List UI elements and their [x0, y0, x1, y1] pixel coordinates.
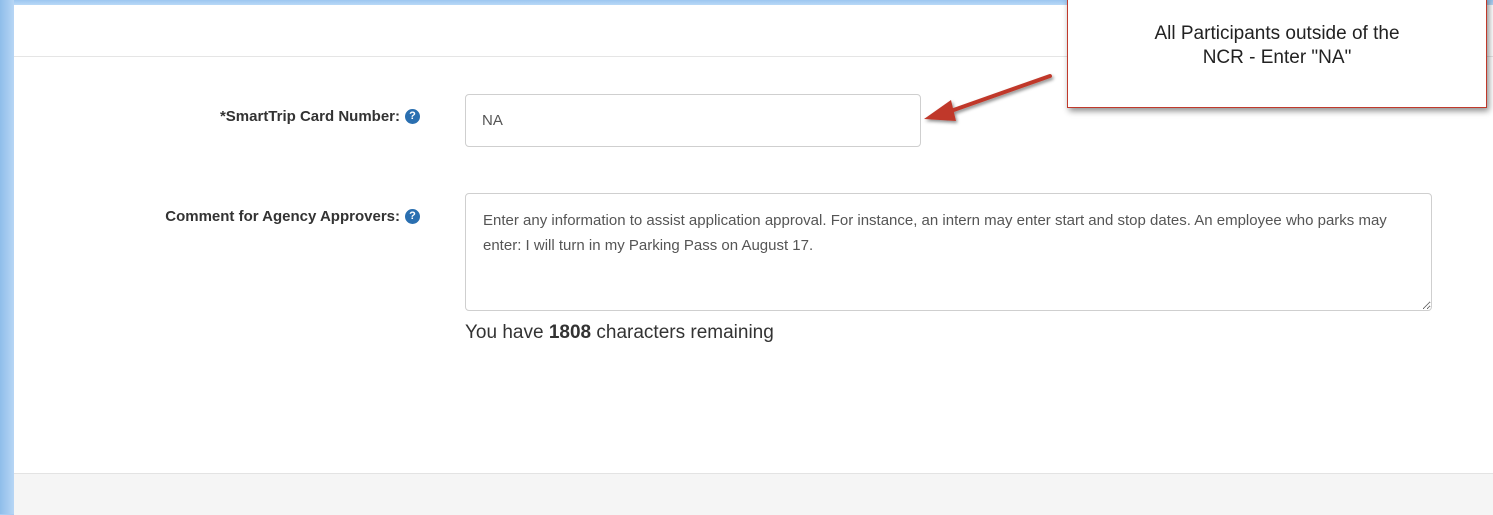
- smarttrip-card-number-input[interactable]: [465, 94, 921, 147]
- annotation-callout: All Participants outside of the NCR - En…: [1067, 0, 1487, 108]
- counter-prefix: You have: [465, 322, 549, 343]
- comment-label-text: Comment for Agency Approvers:: [165, 208, 400, 225]
- smarttrip-label-text: *SmartTrip Card Number:: [219, 108, 400, 125]
- smarttrip-label: *SmartTrip Card Number: ?: [220, 108, 420, 125]
- counter-count: 1808: [548, 322, 592, 343]
- callout-text: All Participants outside of the NCR - En…: [1154, 23, 1400, 68]
- form-footer: [14, 473, 1493, 515]
- characters-remaining-counter: You have 1808 characters remaining: [465, 322, 774, 344]
- desktop-background-left: [0, 0, 14, 514]
- question-circle-icon[interactable]: ?: [405, 209, 420, 224]
- question-circle-icon[interactable]: ?: [405, 109, 420, 124]
- comment-label: Comment for Agency Approvers: ?: [165, 208, 420, 225]
- counter-suffix: characters remaining: [591, 322, 774, 343]
- comment-textarea[interactable]: Enter any information to assist applicat…: [465, 193, 1432, 311]
